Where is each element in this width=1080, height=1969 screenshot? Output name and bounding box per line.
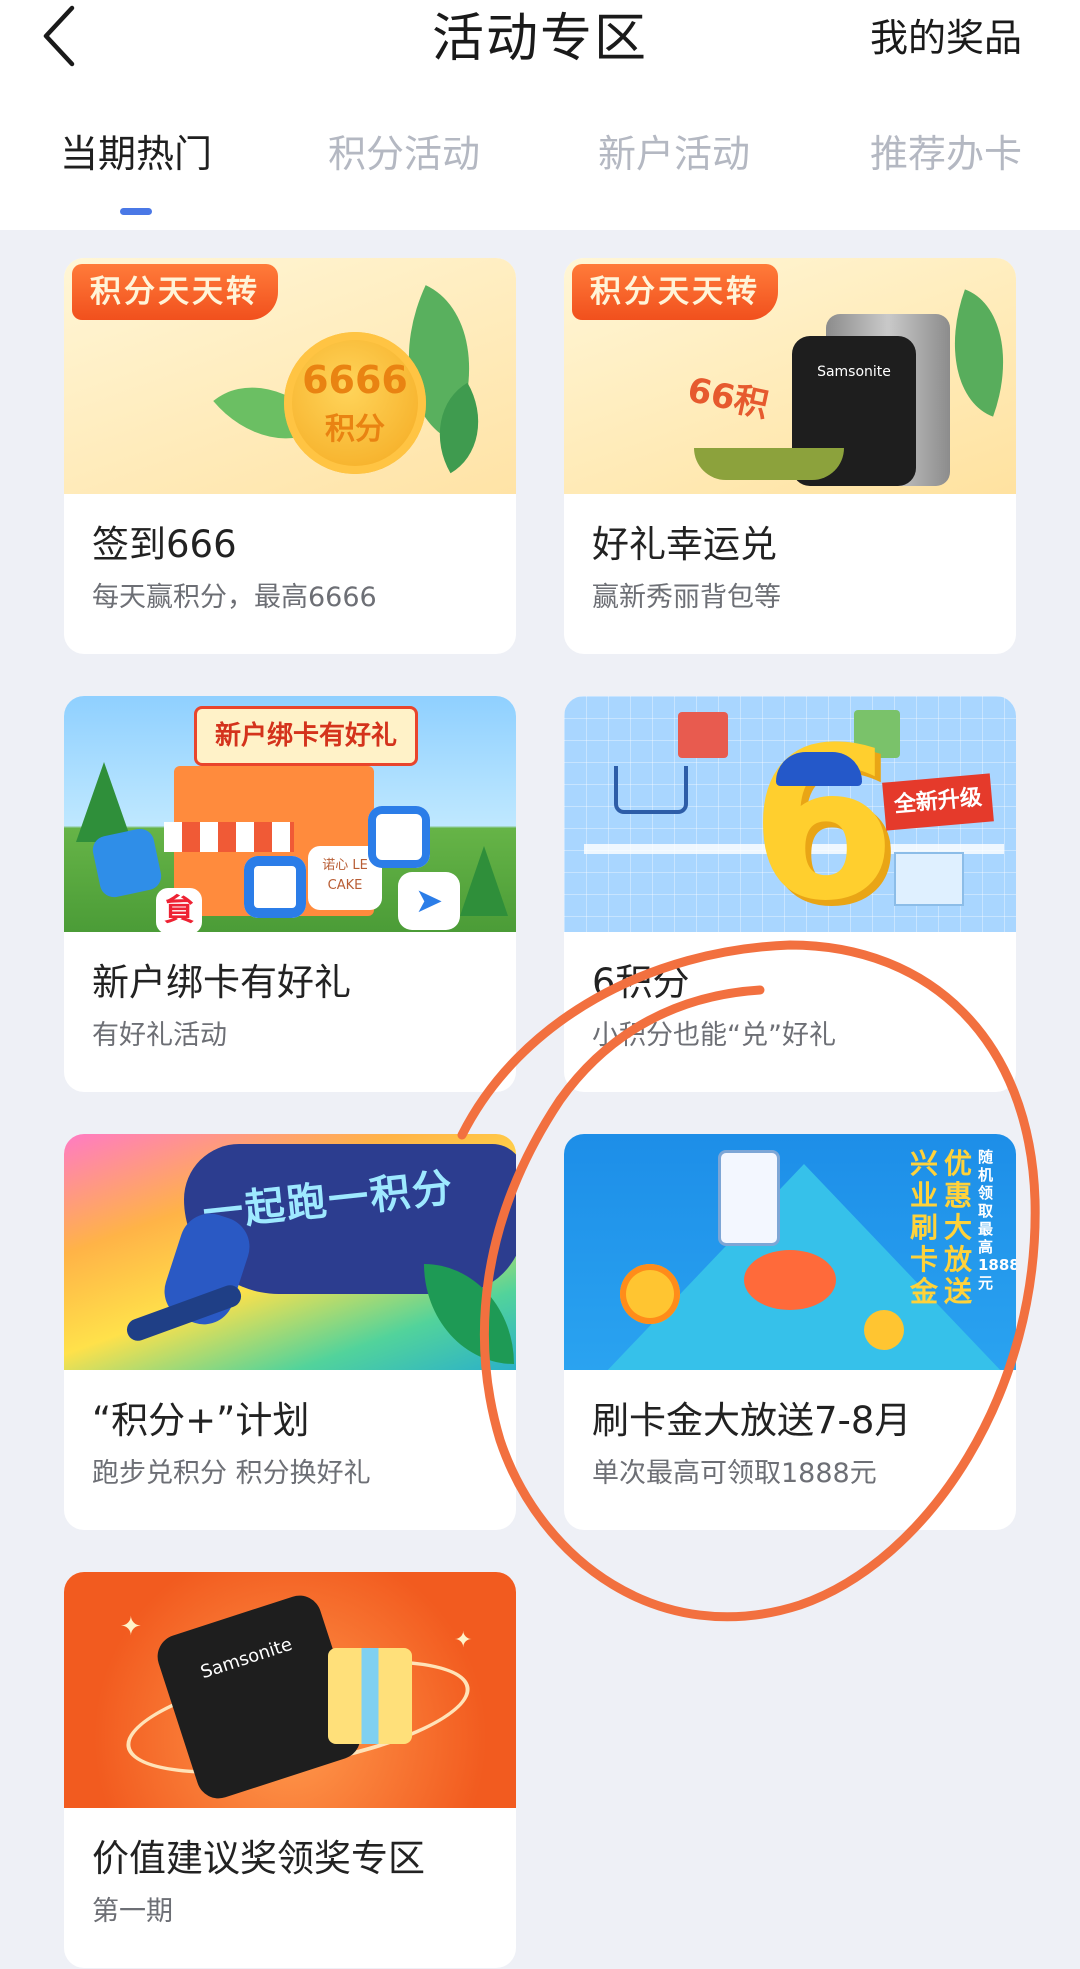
mascot-cap <box>776 752 862 786</box>
activity-card-gift-exchange[interactable]: 66积 Samsonite 积分天天转 好礼幸运兑 赢新秀丽背包等 <box>564 258 1016 654</box>
tab-points-activity[interactable]: 积分活动 <box>328 124 480 184</box>
card-title: “积分+”计划 <box>92 1399 310 1442</box>
banner-tag: 积分天天转 <box>572 264 778 320</box>
activity-card-value-suggestion[interactable]: ✦ ✦ Samsonite 价值建议奖领奖专区 第一期 <box>64 1572 516 1968</box>
brand-label: 诺心 LE CAKE <box>322 858 368 893</box>
brand-label: Samsonite <box>198 1633 295 1684</box>
active-tab-indicator <box>120 208 152 215</box>
vertical-slogan-2: 优惠大放送 <box>944 1147 973 1308</box>
card-subtitle: 跑步兑积分 积分换好礼 <box>92 1458 371 1489</box>
banner-tag: 新户绑卡有好礼 <box>194 706 419 766</box>
card-subtitle: 小积分也能“兑”好礼 <box>592 1020 836 1051</box>
coin-unit: 积分 <box>325 412 385 447</box>
brand-label: Samsonite <box>817 364 891 380</box>
card-banner-points-plus: 一起跑一积分 <box>64 1134 516 1370</box>
card-banner-value-suggestion: ✦ ✦ Samsonite <box>64 1572 516 1808</box>
tab-recommend-card[interactable]: 推荐办卡 <box>870 124 1022 184</box>
tab-hot[interactable]: 当期热门 <box>60 124 212 184</box>
vertical-slogan-1: 兴业刷卡金 <box>910 1147 939 1308</box>
card-subtitle: 有好礼活动 <box>92 1020 227 1051</box>
card-banner-swipe-bonus: 兴业刷卡金 优惠大放送 随机领取最高1888元 <box>564 1134 1016 1370</box>
activity-card-six-points[interactable]: 6 全新升级 6积分 小积分也能“兑”好礼 <box>564 696 1016 1092</box>
card-title: 刷卡金大放送7-8月 <box>592 1399 912 1442</box>
card-subtitle: 单次最高可领取1888元 <box>592 1458 877 1489</box>
gift-box-image <box>328 1648 412 1744</box>
tree-decoration <box>460 846 508 916</box>
mascot-six: 6 <box>750 702 897 933</box>
card-banner-six-points: 6 全新升级 <box>564 696 1016 932</box>
card-title: 新户绑卡有好礼 <box>92 961 351 1004</box>
sparkle-icon: ✦ <box>120 1612 142 1642</box>
activity-card-swipe-bonus[interactable]: 兴业刷卡金 优惠大放送 随机领取最高1888元 刷卡金大放送7-8月 单次最高可… <box>564 1134 1016 1530</box>
app-icon-tile: ➤ <box>398 872 460 930</box>
ribbon-text: 66积 <box>684 369 772 426</box>
app-icon-tile <box>368 806 430 868</box>
app-icon-tile: 貟 <box>156 888 202 932</box>
header: 活动专区 我的奖品 当期热门 积分活动 新户活动 推荐办卡 <box>0 0 1080 230</box>
vertical-slogan-3: 随机领取最高1888元 <box>978 1148 1016 1292</box>
app-icon-tile <box>244 856 306 918</box>
activity-card-points-plus[interactable]: 一起跑一积分 “积分+”计划 跑步兑积分 积分换好礼 <box>64 1134 516 1530</box>
shop-awning <box>164 822 294 852</box>
card-title: 好礼幸运兑 <box>592 523 777 566</box>
app-icon-tile <box>90 826 164 900</box>
sparkle-icon: ✦ <box>454 1628 473 1653</box>
activity-card-checkin[interactable]: 积分天天转 6666 积分 签到666 每天赢积分，最高6666 <box>64 258 516 654</box>
phone-image <box>718 1150 780 1246</box>
coin-icon: 6666 积分 <box>284 332 426 474</box>
box-icon <box>894 852 964 906</box>
card-title: 6积分 <box>592 961 690 1004</box>
pan-image <box>694 448 844 480</box>
card-title: 价值建议奖领奖专区 <box>92 1837 425 1880</box>
cart-icon <box>614 766 688 814</box>
banner-tag: 积分天天转 <box>72 264 278 320</box>
leaf-decoration <box>424 1264 514 1364</box>
card-banner-checkin: 积分天天转 6666 积分 <box>64 258 516 494</box>
coin-decoration <box>620 1264 680 1324</box>
tab-new-user-activity[interactable]: 新户活动 <box>598 124 750 184</box>
coin-decoration <box>864 1310 904 1350</box>
coin-number: 6666 <box>302 358 408 402</box>
activity-card-new-user-bind[interactable]: 新户绑卡有好礼 貟 诺心 LE CAKE ➤ 新户绑卡有好礼 有好礼活动 <box>64 696 516 1092</box>
my-prizes-link[interactable]: 我的奖品 <box>870 8 1022 68</box>
card-banner-gift-exchange: 66积 Samsonite 积分天天转 <box>564 258 1016 494</box>
tree-decoration <box>76 762 132 842</box>
card-title: 签到666 <box>92 523 237 566</box>
card-subtitle: 赢新秀丽背包等 <box>592 582 781 613</box>
card-banner-new-user-bind: 新户绑卡有好礼 貟 诺心 LE CAKE ➤ <box>64 696 516 932</box>
koi-fish-image <box>744 1250 836 1310</box>
shopping-bag-icon <box>678 712 728 758</box>
card-subtitle: 第一期 <box>92 1896 173 1927</box>
banner-tag: 全新升级 <box>882 773 994 831</box>
card-subtitle: 每天赢积分，最高6666 <box>92 582 377 613</box>
